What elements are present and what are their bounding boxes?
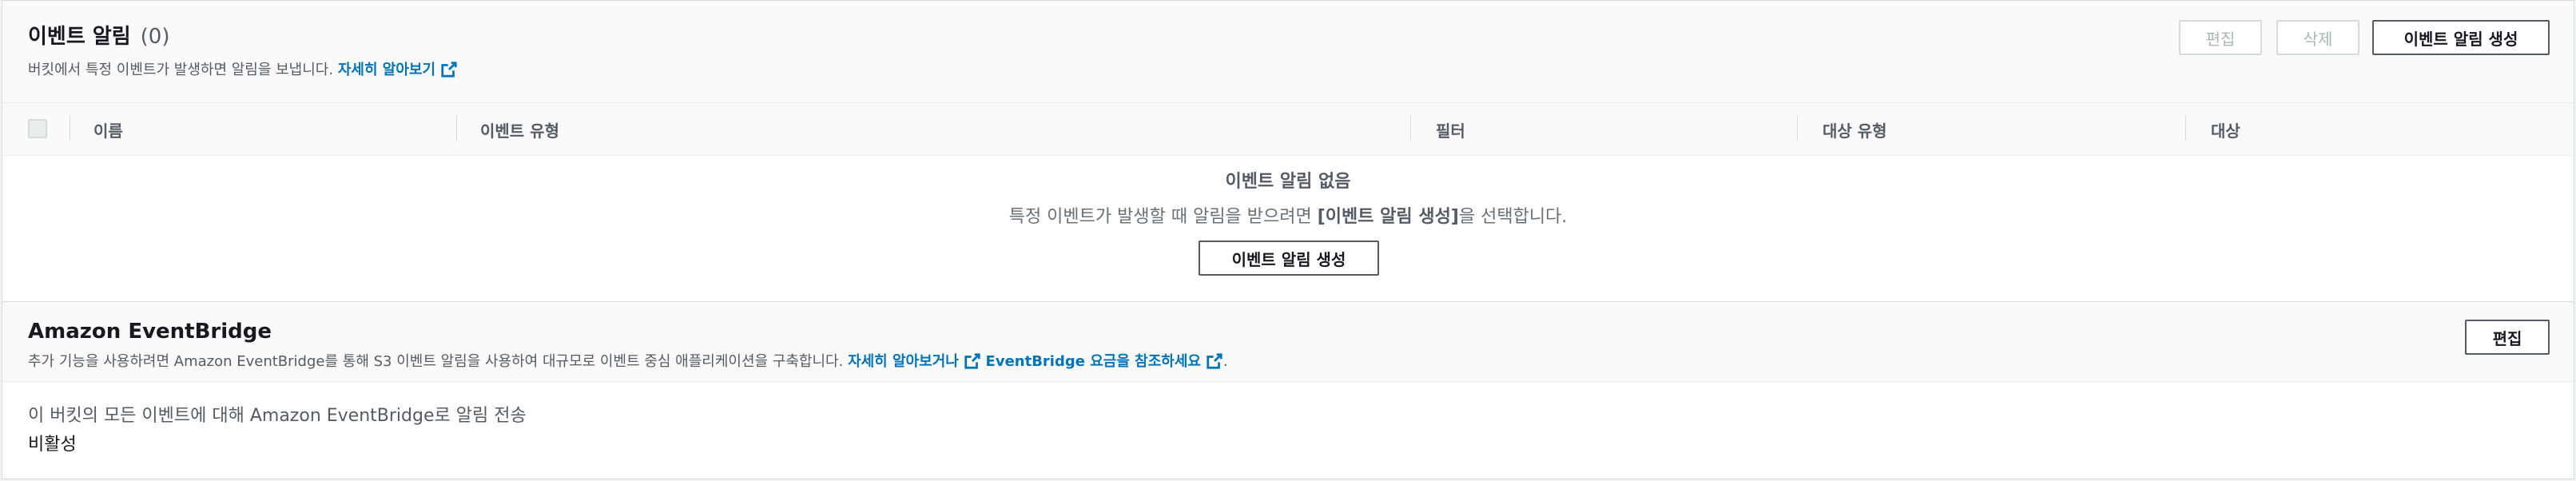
eventbridge-pricing-label: EventBridge 요금을 참조하세요 [985, 353, 1201, 370]
edit-button-disabled[interactable]: 편집 [2179, 20, 2262, 55]
event-notifications-panel: 이벤트 알림 (0) 버킷에서 특정 이벤트가 발생하면 알림을 보냅니다. 자… [2, 0, 2574, 302]
column-divider [456, 116, 457, 141]
empty-state: 이벤트 알림 없음 특정 이벤트가 발생할 때 알림을 받으려면 [이벤트 알림… [2, 156, 2574, 301]
external-link-icon [964, 353, 980, 369]
eventbridge-description: 추가 기능을 사용하려면 Amazon EventBridge를 통해 S3 이… [28, 350, 1228, 371]
learn-more-label: 자세히 알아보기 [337, 62, 436, 78]
column-divider [2185, 116, 2186, 141]
eventbridge-header: Amazon EventBridge 추가 기능을 사용하려면 Amazon E… [2, 302, 2574, 382]
event-notifications-title: 이벤트 알림 [28, 25, 131, 49]
column-header-name[interactable]: 이름 [93, 118, 123, 141]
column-header-destination-type[interactable]: 대상 유형 [1823, 118, 1887, 141]
empty-state-title: 이벤트 알림 없음 [1225, 172, 1351, 192]
empty-msg-bold: [이벤트 알림 생성] [1317, 207, 1459, 227]
eventbridge-setting-value: 비활성 [28, 435, 77, 455]
column-header-filter[interactable]: 필터 [1436, 118, 1465, 141]
column-header-event-type[interactable]: 이벤트 유형 [480, 118, 559, 141]
event-notifications-count: (0) [140, 25, 170, 49]
eventbridge-period: . [1222, 353, 1228, 370]
event-notifications-title-row: 이벤트 알림 (0) [28, 20, 170, 50]
delete-button-disabled[interactable]: 삭제 [2276, 20, 2359, 55]
select-all-checkbox[interactable] [28, 119, 47, 138]
table-header-row: 이름 이벤트 유형 필터 대상 유형 대상 [2, 103, 2574, 156]
learn-more-link[interactable]: 자세히 알아보기 [338, 62, 458, 78]
create-event-notification-button[interactable]: 이벤트 알림 생성 [2372, 20, 2550, 55]
eventbridge-panel: Amazon EventBridge 추가 기능을 사용하려면 Amazon E… [2, 302, 2574, 479]
eventbridge-edit-button[interactable]: 편집 [2465, 320, 2550, 355]
event-notifications-header: 이벤트 알림 (0) 버킷에서 특정 이벤트가 발생하면 알림을 보냅니다. 자… [2, 1, 2574, 103]
page: 이벤트 알림 (0) 버킷에서 특정 이벤트가 발생하면 알림을 보냅니다. 자… [0, 0, 2576, 481]
eventbridge-learn-more-label: 자세히 알아보거나 [848, 353, 959, 370]
eventbridge-pricing-link[interactable]: EventBridge 요금을 참조하세요 [986, 353, 1223, 370]
empty-state-message: 특정 이벤트가 발생할 때 알림을 받으려면 [이벤트 알림 생성]을 선택합니… [2, 202, 2574, 228]
eventbridge-description-text: 추가 기능을 사용하려면 Amazon EventBridge를 통해 S3 이… [28, 353, 844, 370]
eventbridge-title: Amazon EventBridge [28, 320, 272, 344]
empty-msg-before: 특정 이벤트가 발생할 때 알림을 받으려면 [1008, 207, 1318, 227]
column-divider [1410, 116, 1411, 141]
external-link-icon [441, 62, 457, 78]
description-text: 버킷에서 특정 이벤트가 발생하면 알림을 보냅니다. [28, 62, 334, 78]
external-link-icon [1207, 353, 1222, 369]
eventbridge-learn-more-link[interactable]: 자세히 알아보거나 [848, 353, 981, 370]
empty-msg-after: 을 선택합니다. [1458, 207, 1568, 227]
column-divider [1797, 116, 1798, 141]
empty-state-create-button[interactable]: 이벤트 알림 생성 [1199, 240, 1379, 276]
eventbridge-setting-label: 이 버킷의 모든 이벤트에 대해 Amazon EventBridge로 알림 … [28, 406, 527, 426]
event-notifications-description: 버킷에서 특정 이벤트가 발생하면 알림을 보냅니다. 자세히 알아보기 [28, 58, 458, 79]
column-header-destination[interactable]: 대상 [2211, 118, 2240, 141]
